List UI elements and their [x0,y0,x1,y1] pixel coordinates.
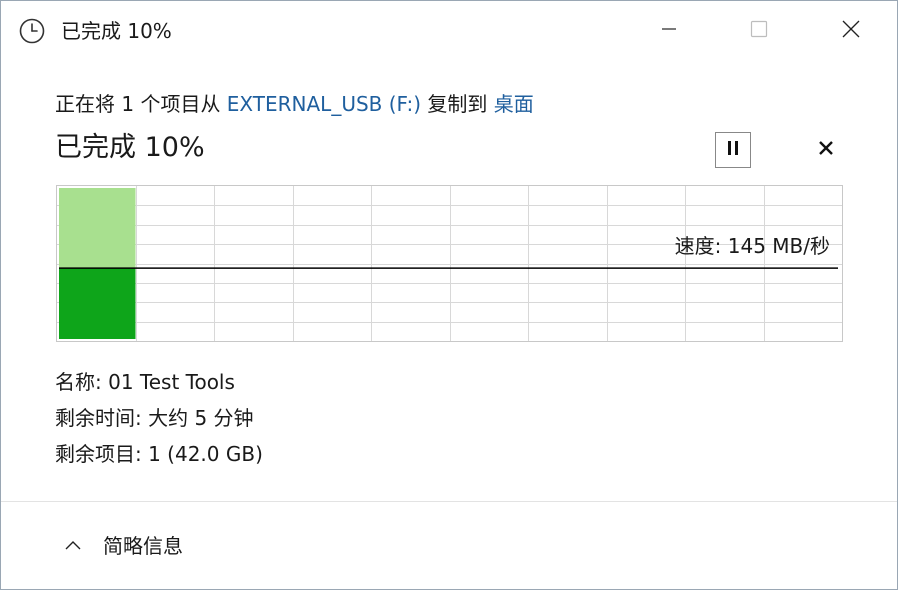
close-icon [841,19,861,43]
destination-link[interactable]: 桌面 [494,92,534,116]
clock-icon [19,18,45,44]
source-link[interactable]: EXTERNAL_USB (F:) [227,92,421,116]
cancel-icon [818,140,834,160]
copy-progress-dialog: 已完成 10% 正在将 1 个项目从 EXTERNAL_USB (F:) 复制到… [0,0,898,590]
copy-description: 正在将 1 个项目从 EXTERNAL_USB (F:) 复制到 桌面 [55,89,534,119]
pause-icon [726,140,740,160]
maximize-icon [750,20,768,42]
file-name: 名称: 01 Test Tools [55,370,235,394]
close-button[interactable] [820,1,882,61]
copy-prefix-text: 正在将 1 个项目从 [55,92,227,116]
progress-done-fill [59,188,136,269]
title-bar[interactable]: 已完成 10% [1,1,897,61]
minimize-icon [660,20,678,42]
speed-label: 速度: 145 MB/秒 [674,234,830,258]
items-remaining: 剩余项目: 1 (42.0 GB) [55,442,263,466]
cancel-button[interactable] [811,135,841,165]
details-toggle-label: 简略信息 [103,534,183,558]
pause-button[interactable] [715,132,751,168]
window-title: 已完成 10% [61,19,172,43]
chevron-up-icon [63,536,83,556]
transfer-graph: 速度: 145 MB/秒 [56,185,843,342]
details-toggle-button[interactable]: 简略信息 [63,529,183,563]
copy-middle-text: 复制到 [421,92,494,116]
speed-history-fill [59,268,136,339]
maximize-button[interactable] [728,1,790,61]
transfer-graph-svg [57,186,842,341]
minimize-button[interactable] [638,1,700,61]
time-remaining: 剩余时间: 大约 5 分钟 [55,406,254,430]
footer-divider [1,501,897,502]
progress-status: 已完成 10% [55,132,205,163]
